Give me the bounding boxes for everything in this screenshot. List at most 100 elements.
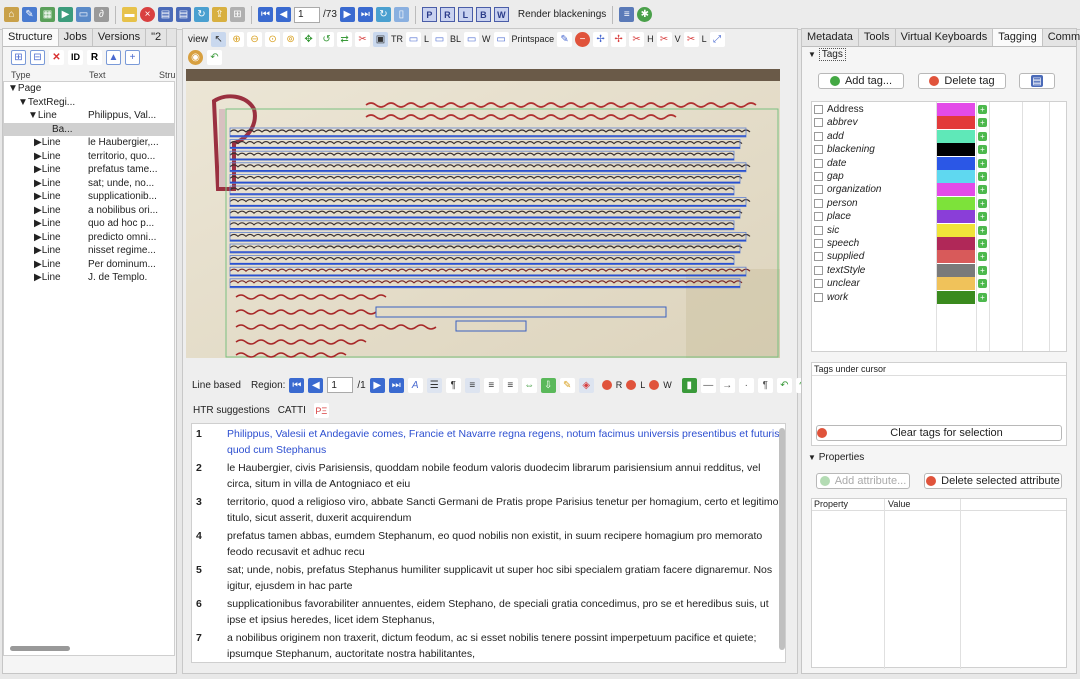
delete-icon[interactable]: ✕ [49,49,64,65]
tree-row[interactable]: ▶Line sat; unde, no... [4,177,174,191]
tag-checkbox[interactable] [814,252,823,262]
tags-section-header[interactable]: ▼ Tags [808,48,846,61]
collapse-icon[interactable]: ⊟ [30,49,45,65]
zoom-in-icon[interactable]: ⊕ [229,31,245,47]
tag-checkbox[interactable] [814,198,823,208]
tree-row[interactable]: ▶Line le Haubergier,... [4,136,174,150]
printspace-label[interactable]: Printspace [512,34,555,44]
show-l-toggle[interactable]: L [457,7,473,22]
tag-color-swatch[interactable] [937,129,975,143]
reload-icon[interactable]: ↻ [194,7,209,22]
w-label-editor[interactable]: W [663,380,672,390]
tree-row[interactable]: ▼Line Philippus, Val... [4,109,174,123]
tag-color-swatch[interactable] [937,277,975,291]
tag-row[interactable]: sic + [812,223,1066,238]
align-center-icon[interactable]: ≡ [483,377,499,393]
monitor-icon[interactable]: ▭ [76,7,91,22]
refresh-icon[interactable]: ↻ [375,7,391,22]
first-page-icon[interactable]: ⏮ [258,7,273,22]
para-icon[interactable]: ¶ [757,377,773,393]
tag-color-swatch[interactable] [937,116,975,130]
l2-label[interactable]: L [702,34,707,44]
add-point-icon[interactable]: ✢ [593,31,609,47]
bug-icon[interactable]: ✱ [637,7,653,22]
zoom-fit-icon[interactable]: ⊙ [265,31,281,47]
tag-checkbox[interactable] [814,279,823,289]
tag-add-icon[interactable]: + [978,198,987,208]
properties-section-header[interactable]: ▼ Properties [808,452,864,463]
layout-icon[interactable]: ▦ [40,7,55,22]
tag-checkbox[interactable] [814,225,823,235]
tag-checkbox[interactable] [814,158,823,168]
edit-icon[interactable]: ✎ [22,7,37,22]
tag-checkbox[interactable] [814,105,823,114]
id-icon[interactable]: ID [68,49,83,65]
tag-row[interactable]: place + [812,210,1066,224]
show-r-toggle[interactable]: R [439,7,455,22]
tag-add-icon[interactable]: + [978,265,987,275]
pilcrow-icon[interactable]: ¶ [445,377,461,393]
tag-checkbox[interactable] [814,265,823,275]
tree-row[interactable]: ▶Line territorio, quo... [4,150,174,164]
merge-icon[interactable]: ⤢ [709,31,725,47]
show-p-toggle[interactable]: P [421,7,437,22]
export-icon[interactable]: ⇪ [212,7,227,22]
save-icon[interactable]: ▤ [158,7,173,22]
tree-row[interactable]: ▼Page [4,82,174,96]
split-v-icon[interactable]: ✂ [656,31,672,47]
align-right-icon[interactable]: ≡ [502,377,518,393]
remove-icon[interactable]: − [575,31,591,47]
tag-row[interactable]: organization + [812,183,1066,197]
tag-color-swatch[interactable] [937,210,975,224]
tag-color-swatch[interactable] [937,196,975,210]
tag-color-swatch[interactable] [937,263,975,277]
tree-row[interactable]: ▶Line J. de Templo. [4,271,174,285]
tag-add-icon[interactable]: + [978,118,987,128]
folder-icon[interactable]: ▬ [122,7,137,22]
tag-row[interactable]: supplied + [812,250,1066,264]
transcription-editor[interactable]: 1 Philippus, Valesii et Andegavie comes, … [191,423,786,663]
tag-add-icon[interactable]: + [978,131,987,141]
tr-label[interactable]: TR [391,34,403,44]
close-doc-icon[interactable]: × [140,7,155,22]
save-as-icon[interactable]: ▤ [176,7,191,22]
add-tag-button[interactable]: Add tag... [818,73,904,89]
tree-row[interactable]: ▶Line nisset regime... [4,244,174,258]
tree-row[interactable]: ▶Line quo ad hoc p... [4,217,174,231]
tag-checkbox[interactable] [814,239,823,248]
zoom-out-icon[interactable]: ⊖ [247,31,263,47]
tag-add-icon[interactable]: + [978,158,987,168]
tr-icon[interactable]: ▣ [373,31,389,47]
mode-dropdown[interactable]: Line based [192,380,241,391]
baseline-icon[interactable]: ▭ [432,31,448,47]
bl-label[interactable]: BL [450,34,461,44]
tag-row[interactable]: abbrev + [812,116,1066,130]
catti-icon[interactable]: PΞ [313,403,329,418]
tag-add-icon[interactable]: + [978,292,987,302]
tag-color-swatch[interactable] [937,156,975,170]
document-icon[interactable]: ▯ [393,7,409,22]
l-label[interactable]: L [424,34,429,44]
tag-row[interactable]: textStyle + [812,263,1066,278]
tag-checkbox[interactable] [814,118,823,128]
line-text[interactable]: supplicationibus favorabiliter annuentes… [227,596,785,628]
tag-row[interactable]: Address + [812,103,1066,117]
line-icon[interactable]: ▭ [406,31,422,47]
tree-row[interactable]: ▶Line Per dominum... [4,258,174,272]
rotate-icon[interactable]: ↺ [319,31,335,47]
zoom-width-icon[interactable]: ⊚ [283,31,299,47]
prev-page-icon[interactable]: ◀ [276,7,291,22]
save-tags-button[interactable]: ▤ [1019,73,1055,89]
page-input[interactable]: 1 [294,6,320,23]
show-w-toggle[interactable]: W [493,7,509,22]
catti-label[interactable]: CATTI [278,405,306,416]
htr-suggestions[interactable]: HTR suggestions [193,405,270,416]
line-text[interactable]: Philippus, Valesii et Andegavie comes, F… [227,426,785,458]
render-blackenings-label[interactable]: Render blackenings [518,9,606,20]
tag-row[interactable]: work + [812,290,1066,305]
tab-jobs[interactable]: Jobs [59,29,93,46]
split-l-icon[interactable]: ✂ [683,31,699,47]
tag-row[interactable]: add + [812,129,1066,144]
home-icon[interactable]: ⌂ [4,7,19,22]
compare-icon[interactable]: ⊞ [230,7,245,22]
